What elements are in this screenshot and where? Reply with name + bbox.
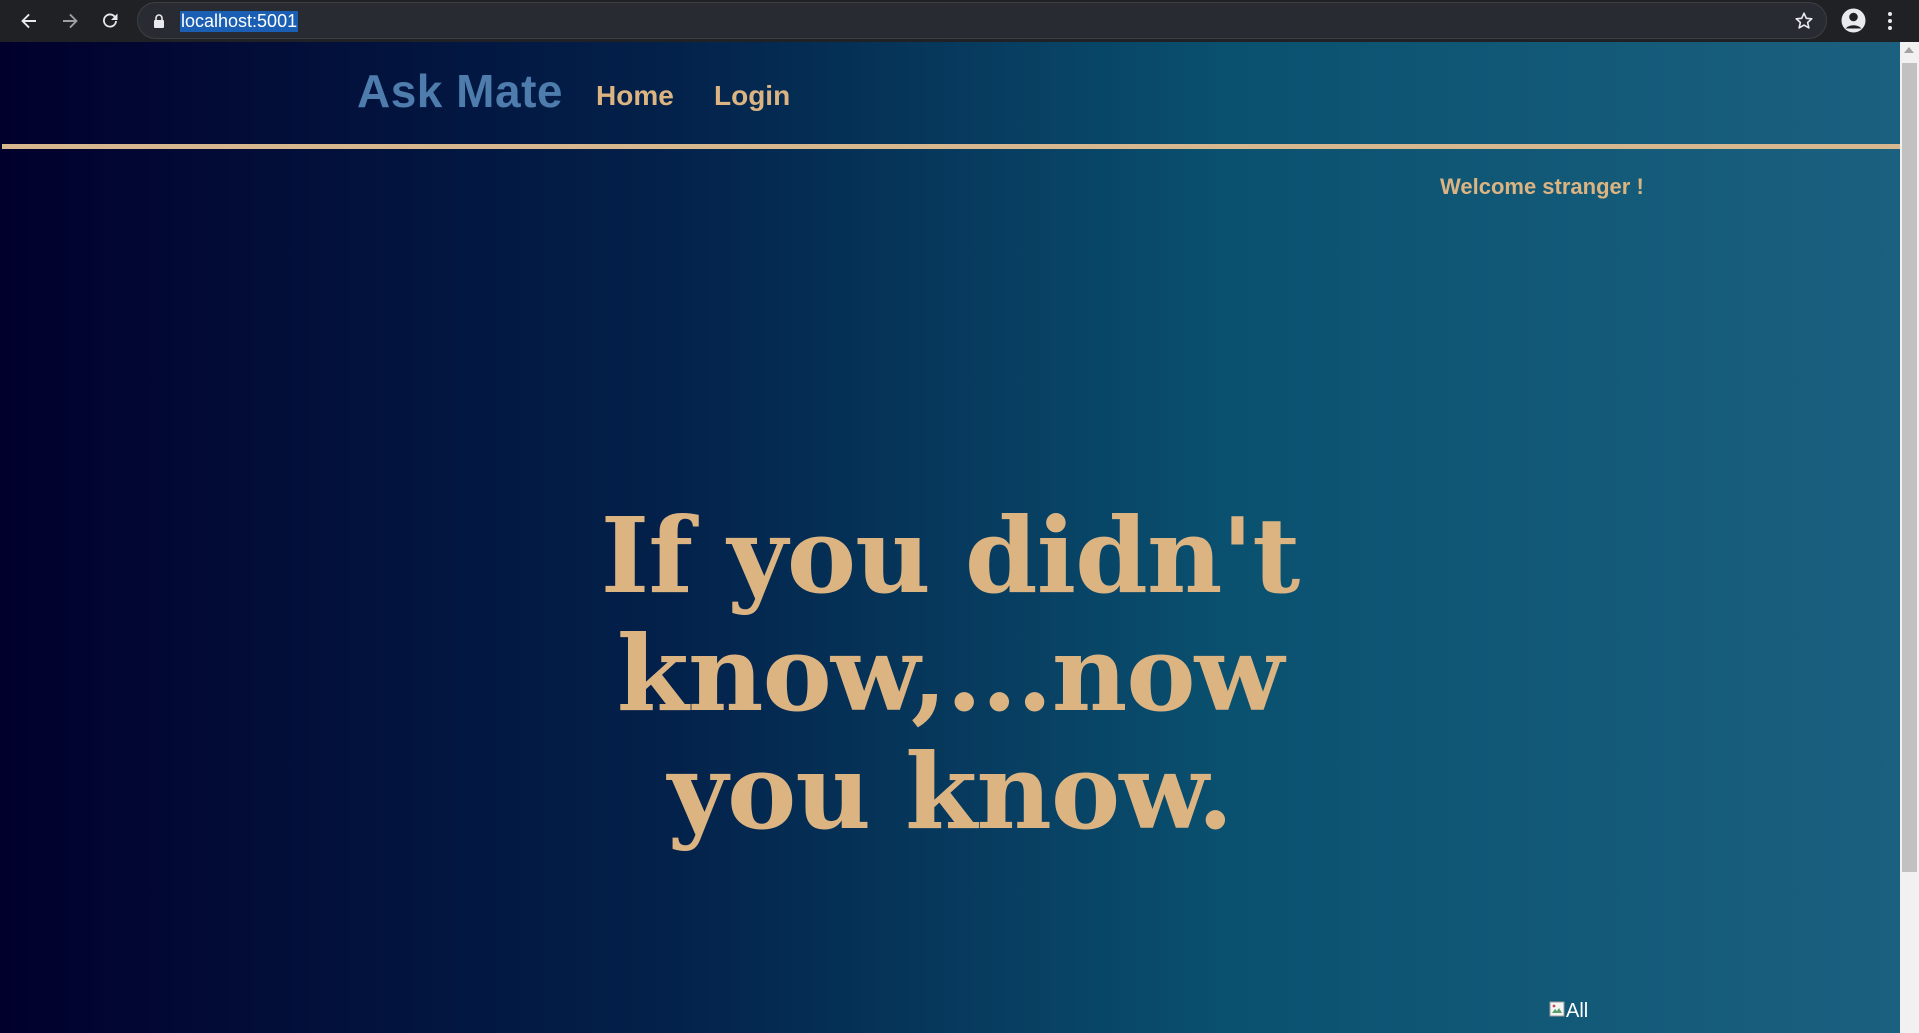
scroll-up-arrow-icon[interactable] (1904, 47, 1914, 53)
forward-button[interactable] (56, 7, 84, 35)
back-button[interactable] (15, 7, 43, 35)
lock-icon[interactable] (153, 14, 165, 28)
url-text[interactable]: localhost:5001 (180, 11, 299, 32)
kebab-menu-icon[interactable] (1885, 8, 1895, 34)
header-divider (2, 144, 1900, 149)
hero-line-2: you know. (667, 730, 1234, 853)
nav-login-link[interactable]: Login (714, 80, 790, 112)
account-circle-icon[interactable] (1839, 6, 1868, 35)
scrollbar-thumb[interactable] (1902, 63, 1917, 872)
browser-toolbar: localhost:5001 (0, 0, 1919, 42)
broken-image-alt-text: All (1566, 1000, 1589, 1022)
star-icon[interactable] (1794, 11, 1814, 31)
brand-logo-link[interactable]: Ask Mate (357, 64, 563, 118)
page-viewport: Ask Mate Home Login Welcome stranger ! I… (0, 42, 1900, 1033)
forward-arrow-icon (63, 13, 78, 29)
welcome-message: Welcome stranger ! (1440, 174, 1644, 199)
nav-home-link[interactable]: Home (596, 80, 674, 112)
hero-line-1: If you didn't know,...now (600, 494, 1301, 735)
hero-heading: If you didn't know,...now you know. (300, 497, 1600, 851)
broken-image: All (1549, 1000, 1588, 1023)
vertical-scrollbar[interactable] (1900, 42, 1919, 1033)
back-arrow-icon (21, 13, 36, 29)
reload-button[interactable] (96, 7, 124, 35)
reload-icon (103, 13, 118, 28)
broken-image-icon (1549, 1001, 1565, 1016)
site-header: Ask Mate Home Login (0, 42, 1900, 149)
address-bar[interactable]: localhost:5001 (137, 2, 1827, 39)
